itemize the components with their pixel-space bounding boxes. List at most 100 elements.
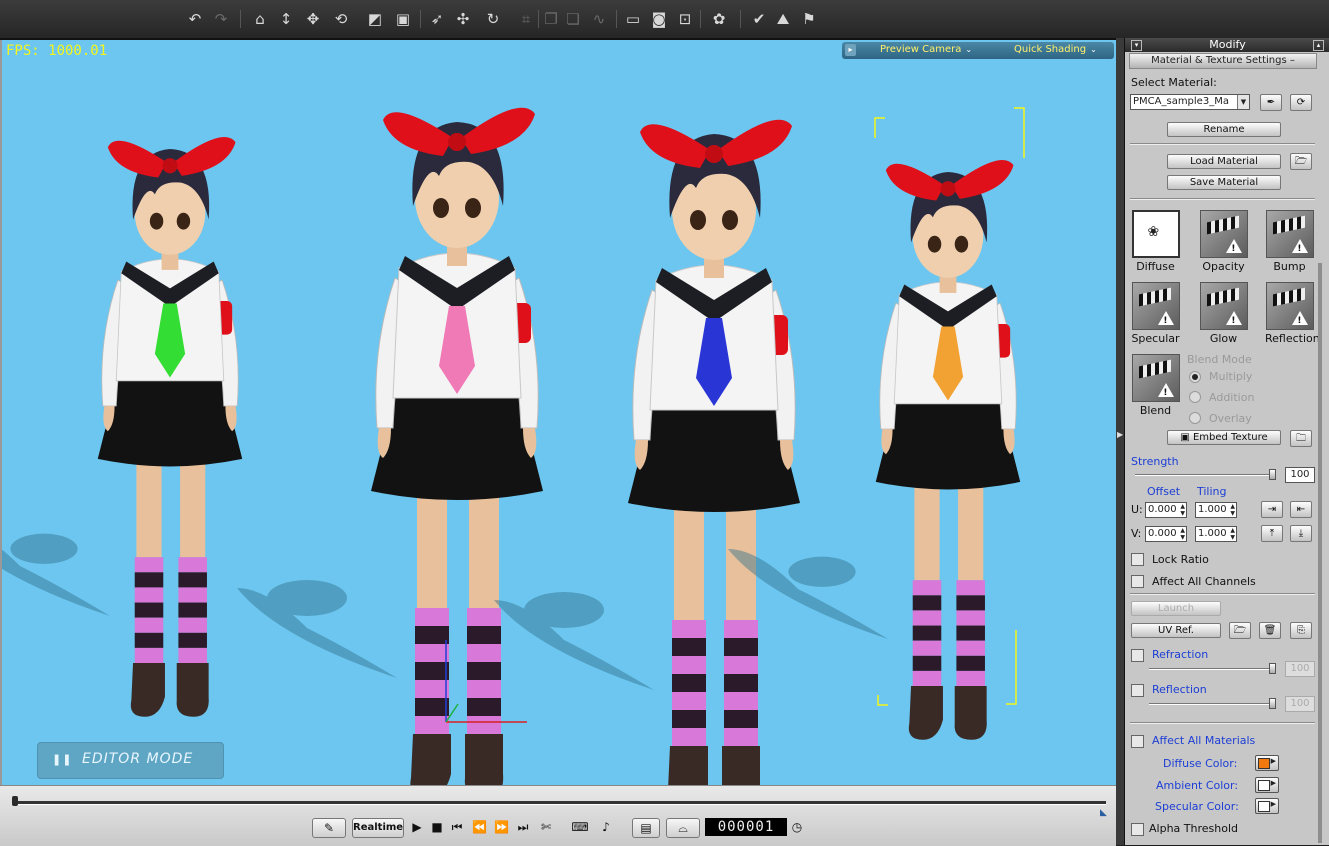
refraction-slider-knob[interactable] [1269,663,1276,674]
channel-blend[interactable]: ! Blend [1131,354,1180,417]
check-icon[interactable]: ✔ [748,9,770,29]
character-pink-tie[interactable] [371,107,543,785]
alpha-threshold-checkbox[interactable] [1131,823,1144,836]
delete-icon[interactable]: 🗑 [1259,622,1281,639]
collapse-icon[interactable]: ▶ [1117,430,1123,439]
timeline-track[interactable] [14,801,1106,805]
channel-reflection[interactable]: ! Reflection [1265,282,1320,345]
screenshot-icon[interactable]: ⊡ [674,9,696,29]
strength-slider-knob[interactable] [1269,469,1276,480]
reflection-input[interactable]: 100 [1285,696,1315,712]
mirror-v-icon[interactable]: ⤓ [1290,525,1312,542]
channel-bump[interactable]: ! Bump [1265,210,1314,273]
fx-icon[interactable]: ✿ [708,9,730,29]
open-uv-icon[interactable]: 🗁 [1229,622,1251,639]
scale-icon[interactable]: ◩ [364,9,386,29]
uv-ref-button[interactable]: UV Ref. [1131,623,1221,638]
time-readout[interactable]: 000001 [705,818,787,836]
channel-opacity[interactable]: ! Opacity [1199,210,1248,273]
mirror-u-icon[interactable]: ⇤ [1290,501,1312,518]
record-icon[interactable]: ✎ [312,818,346,838]
reflection-slider[interactable] [1149,703,1275,705]
export-uv-icon[interactable]: ⎘ [1290,622,1312,639]
export-icon[interactable]: ▤ [632,818,660,838]
stop-icon[interactable]: ■ [430,818,444,836]
texture-folder-icon[interactable]: 🗀 [1290,430,1312,447]
transform-icon[interactable]: ✣ [452,9,474,29]
affect-all-channels-checkbox[interactable] [1131,575,1144,588]
strength-slider[interactable] [1135,474,1275,476]
eyedropper-icon[interactable]: ✒ [1260,94,1282,111]
open-folder-icon[interactable]: 🗁 [1290,153,1312,170]
radio-overlay[interactable] [1189,412,1201,424]
keyframe-icon[interactable]: ⌨ [570,818,590,836]
flip-v-icon[interactable]: ⤒ [1261,525,1283,542]
character-blue-tie[interactable] [628,119,800,785]
channel-specular[interactable]: ! Specular [1131,282,1180,345]
section-header[interactable]: Material & Texture Settings – [1129,53,1317,69]
reflection-slider-knob[interactable] [1269,698,1276,709]
move-icon[interactable]: ✥ [302,9,324,29]
rotate-object-icon[interactable]: ↻ [482,9,504,29]
copy-icon[interactable]: ❏ [562,9,584,29]
ambient-color-button[interactable]: ▶ [1255,777,1279,793]
panel-scrollbar[interactable] [1318,263,1322,843]
loop-icon[interactable]: ✄ [538,818,554,836]
material-select[interactable]: PMCA_sample3_Ma ▼ [1130,94,1250,110]
save-material-button[interactable]: Save Material [1167,175,1281,190]
play-icon[interactable]: ▶ [410,818,424,836]
refraction-checkbox[interactable] [1131,649,1144,662]
redo-icon[interactable]: ↷ [210,9,232,29]
3d-viewport[interactable]: FPS: 1000.01 ▸ Preview Camera ⌄ Quick Sha… [0,40,1118,785]
character-orange-tie[interactable] [875,159,1021,740]
launch-button[interactable]: Launch [1131,601,1221,616]
shading-dropdown[interactable]: Quick Shading ⌄ [1014,44,1097,55]
u-tiling-input[interactable]: 1.000 ▲ ▼ [1195,502,1237,518]
terrain-icon[interactable]: ⛰ [772,9,794,29]
clock-icon[interactable]: ◷ [790,818,804,836]
select-icon[interactable]: ➶ [426,9,448,29]
rotate-icon[interactable]: ⟲ [330,9,352,29]
panel-divider[interactable]: ▶ [1116,38,1124,845]
u-offset-input[interactable]: 0.000 ▲ ▼ [1145,502,1187,518]
home-icon[interactable]: ⌂ [249,9,271,29]
rewind-icon[interactable]: ⏪ [472,818,487,836]
v-tiling-input[interactable]: 1.000 ▲ ▼ [1195,526,1237,542]
lock-ratio-checkbox[interactable] [1131,553,1144,566]
expand-icon[interactable]: ▸ [845,44,856,56]
strength-input[interactable]: 100 [1285,467,1315,483]
fast-forward-icon[interactable]: ⏩ [494,818,509,836]
refraction-slider[interactable] [1149,668,1275,670]
snap-icon[interactable]: ⌗ [515,9,537,29]
affect-all-materials-checkbox[interactable] [1131,735,1144,748]
channel-glow[interactable]: ! Glow [1199,282,1248,345]
rename-button[interactable]: Rename [1167,122,1281,137]
specular-color-button[interactable]: ▶ [1255,798,1279,814]
editor-mode-button[interactable]: ❚❚ EDITOR MODE [37,742,224,779]
fit-icon[interactable]: ▣ [392,9,414,29]
radio-multiply[interactable] [1189,371,1201,383]
curve-editor-icon[interactable]: ⌓ [666,818,700,838]
timeline-end-marker[interactable]: ◣ [1100,808,1107,818]
character-green-tie[interactable] [97,136,243,717]
duplicate-icon[interactable]: ❐ [540,9,562,29]
flip-u-icon[interactable]: ⇥ [1261,501,1283,518]
panel-menu-icon[interactable]: ▾ [1131,40,1142,51]
load-material-button[interactable]: Load Material [1167,154,1281,169]
diffuse-color-button[interactable]: ▶ [1255,755,1279,771]
curve-icon[interactable]: ∿ [588,9,610,29]
v-offset-input[interactable]: 0.000 ▲ ▼ [1145,526,1187,542]
go-to-start-icon[interactable]: ⏮ [450,818,464,836]
panel-close-icon[interactable]: ▴ [1313,40,1324,51]
camera-icon[interactable]: ◙ [648,9,670,29]
reflection-checkbox[interactable] [1131,684,1144,697]
audio-icon[interactable]: ♪ [596,818,616,836]
timeline-playhead[interactable] [12,796,18,806]
realtime-button[interactable]: Realtime [352,818,404,838]
flag-icon[interactable]: ⚑ [798,9,820,29]
material-reset-icon[interactable]: ⟳ [1290,94,1312,111]
move-down-icon[interactable]: ↕ [275,9,297,29]
layout-icon[interactable]: ▭ [622,9,644,29]
undo-icon[interactable]: ↶ [184,9,206,29]
radio-addition[interactable] [1189,391,1201,403]
